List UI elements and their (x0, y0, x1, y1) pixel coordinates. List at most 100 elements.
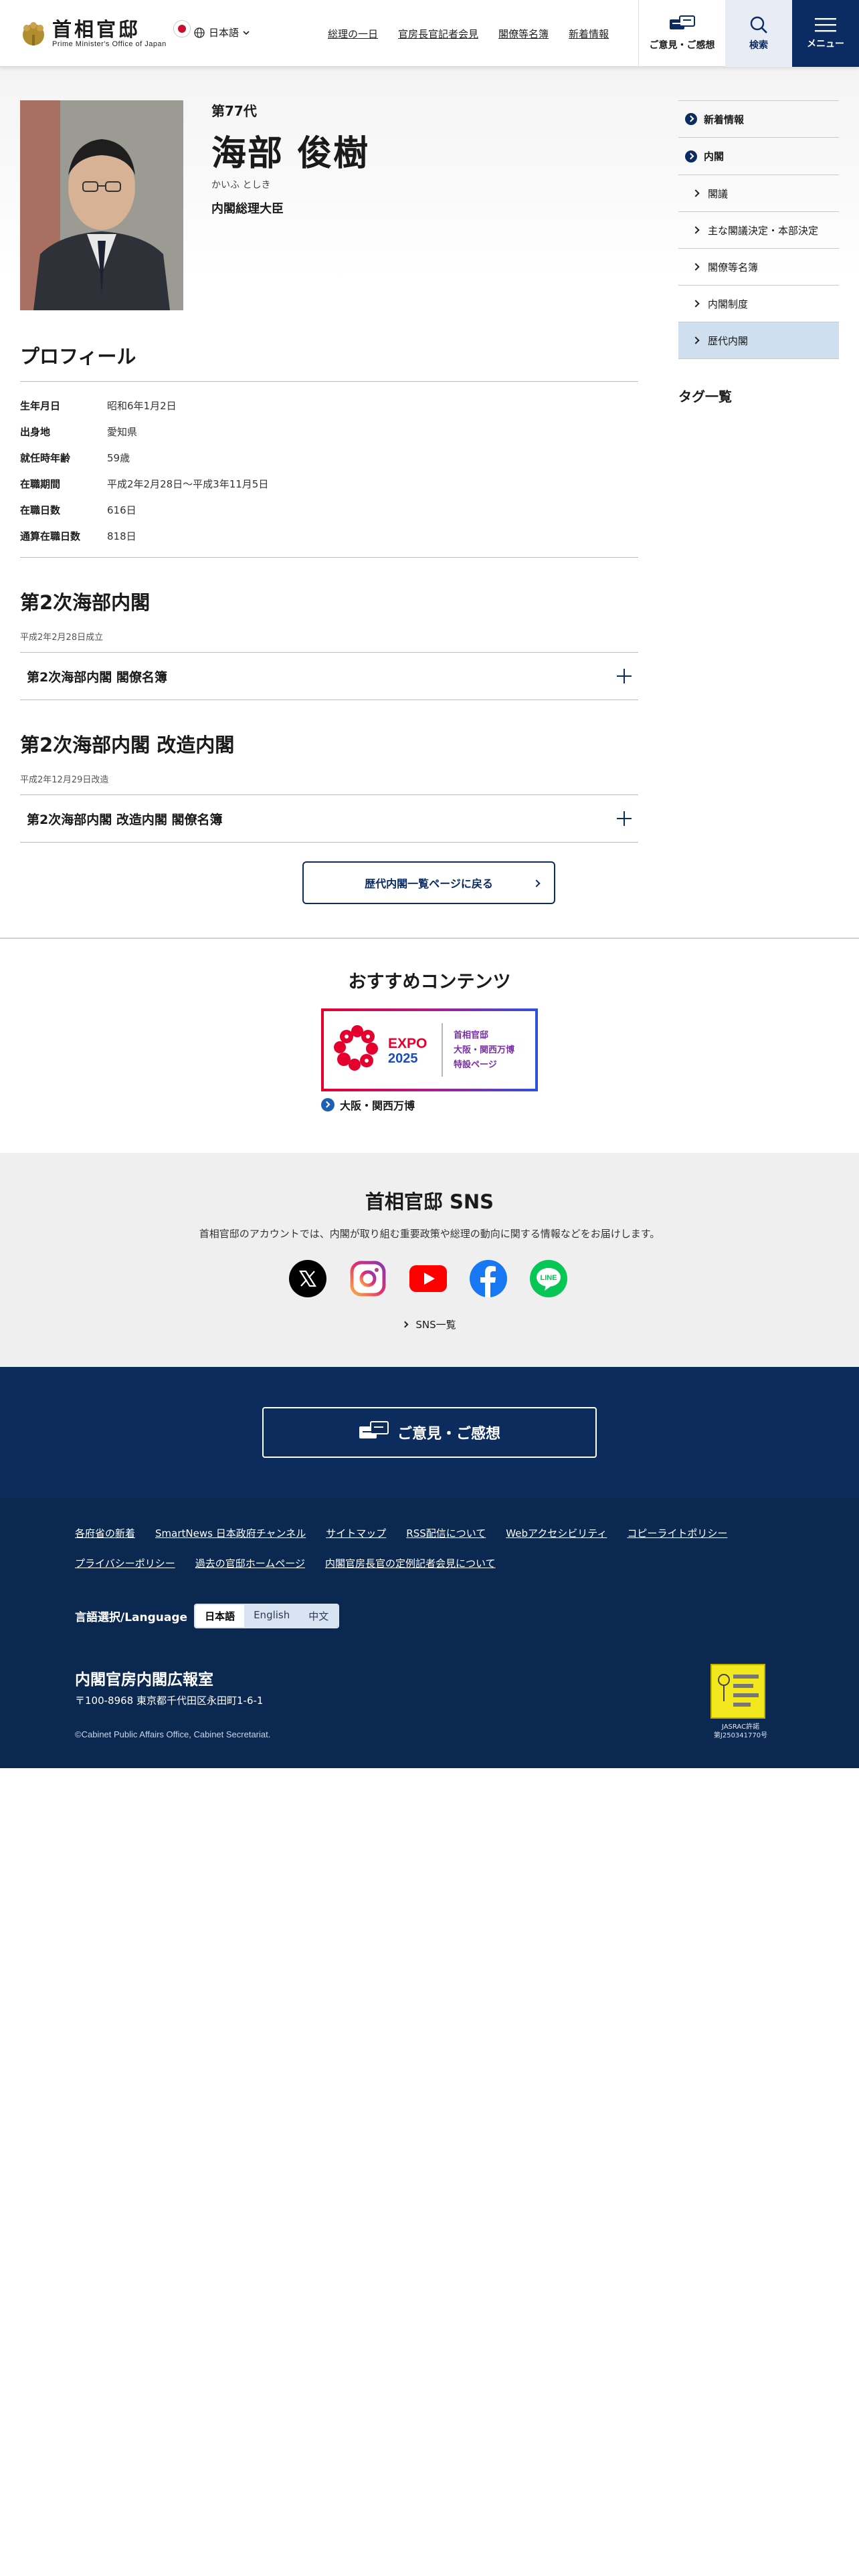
footer-copyright: ©Cabinet Public Affairs Office, Cabinet … (75, 1729, 271, 1739)
sidebar-item-label: 歴代内閣 (708, 334, 749, 347)
global-nav: 総理の一日 官房長官記者会見 閣僚等名簿 新着情報 (328, 27, 609, 41)
profile-heading: プロフィール (20, 341, 638, 382)
youtube-icon[interactable] (409, 1260, 447, 1297)
sidebar-item-cabinet-system[interactable]: 内閣制度 (678, 286, 839, 322)
expo-link[interactable]: 大阪・関西万博 (321, 1097, 415, 1113)
profile-row: 出身地 愛知県 (20, 419, 638, 445)
arrow-circle-icon (321, 1098, 335, 1111)
footer-link[interactable]: サイトマップ (326, 1526, 386, 1540)
recommended-heading: おすすめコンテンツ (348, 972, 511, 992)
profile-row: 在職日数 616日 (20, 497, 638, 523)
facebook-icon[interactable] (470, 1260, 507, 1297)
search-button[interactable]: 検索 (725, 0, 792, 67)
pm-heading: 第77代 海部 俊樹 かいふ としき 内閣総理大臣 (211, 100, 369, 217)
x-icon[interactable] (289, 1260, 326, 1297)
nav-whats-new[interactable]: 新着情報 (569, 27, 609, 41)
sidebar-item-label: 閣議 (708, 187, 729, 200)
footer-org: 内閣官房内閣広報室 (75, 1671, 213, 1689)
sidebar-item-label: 内閣制度 (708, 298, 749, 310)
back-button-label: 歴代内閣一覧ページに戻る (365, 877, 493, 890)
footer-link[interactable]: RSS配信について (406, 1526, 486, 1540)
sidebar-item-past-cabinets[interactable]: 歴代内閣 (678, 322, 839, 359)
site-header: 首相官邸 Prime Minister's Office of Japan 日本… (0, 0, 859, 67)
footer-link[interactable]: プライバシーポリシー (75, 1556, 175, 1570)
language-label: 言語選択/Language (75, 1611, 188, 1624)
sidebar-item-label: 閣僚等名簿 (708, 261, 759, 274)
footer-link[interactable]: SmartNews 日本政府チャンネル (155, 1526, 306, 1540)
sns-icon-list: LINE (289, 1260, 567, 1297)
sns-list-label: SNS一覧 (415, 1319, 456, 1331)
japan-flag-icon (173, 20, 191, 37)
footer-link[interactable]: 各府省の新着 (75, 1526, 135, 1540)
cabinet-section: 第2次海部内閣 平成2年2月28日成立 第2次海部内閣 閣僚名簿 (20, 587, 638, 700)
language-selector[interactable]: 日本語 (194, 25, 250, 39)
lang-tab-english[interactable]: English (244, 1605, 300, 1627)
profile-row: 就任時年齢 59歳 (20, 445, 638, 471)
cabinet-date: 平成2年12月29日改造 (20, 775, 109, 785)
cabinet-section: 第2次海部内閣 改造内閣 平成2年12月29日改造 第2次海部内閣 改造内閣 閣… (20, 730, 638, 843)
sidebar: 新着情報 内閣 閣議 主な閣議決定・本部決定 閣僚等名簿 内閣制度 歴代内閣 タ… (678, 100, 839, 405)
chevron-right-icon (401, 1321, 409, 1328)
chevron-right-icon (692, 189, 700, 197)
cabinet-title: 第2次海部内閣 (20, 591, 151, 614)
footer-link[interactable]: Webアクセシビリティ (506, 1526, 607, 1540)
sidebar-item-decisions[interactable]: 主な閣議決定・本部決定 (678, 212, 839, 249)
back-to-cabinets-button[interactable]: 歴代内閣一覧ページに戻る (302, 861, 555, 904)
chat-bubbles-icon (359, 1421, 389, 1438)
menu-button[interactable]: メニュー (792, 0, 859, 67)
footer-link[interactable]: コピーライトポリシー (627, 1526, 727, 1540)
footer-link[interactable]: 内閣官房長官の定例記者会見について (325, 1556, 496, 1570)
chevron-right-icon (692, 263, 700, 271)
lang-tab-chinese[interactable]: 中文 (299, 1605, 339, 1627)
paulownia-emblem-icon (23, 22, 44, 45)
nav-pm-daily[interactable]: 総理の一日 (328, 27, 378, 41)
language-tabs: 日本語 English 中文 (194, 1604, 340, 1628)
portrait-image (20, 100, 183, 310)
profile-key: 就任時年齢 (20, 452, 71, 464)
opinion-label: ご意見・ご感想 (649, 40, 715, 51)
instagram-icon[interactable] (349, 1260, 387, 1297)
nav-press-conference[interactable]: 官房長官記者会見 (398, 27, 478, 41)
search-icon (750, 16, 767, 33)
profile-value: 愛知県 (107, 426, 138, 438)
chevron-right-icon (692, 226, 700, 234)
cabinet-title: 第2次海部内閣 改造内閣 (20, 734, 235, 756)
line-icon[interactable]: LINE (530, 1260, 567, 1297)
expo-logo-icon (334, 1025, 378, 1071)
profile-value: 59歳 (107, 452, 130, 464)
sns-description: 首相官邸のアカウントでは、内閣が取り組む重要政策や総理の動向に関する情報などをお… (199, 1228, 660, 1240)
logo-japanese: 首相官邸 (52, 18, 141, 41)
sidebar-item-minister-list[interactable]: 閣僚等名簿 (678, 249, 839, 286)
sidebar-item-whats-new[interactable]: 新着情報 (678, 100, 839, 138)
chat-bubbles-icon (669, 15, 695, 29)
plus-icon (617, 669, 632, 683)
accordion-label: 第2次海部内閣 改造内閣 閣僚名簿 (27, 812, 223, 827)
sidebar-item-cabinet-meeting[interactable]: 閣議 (678, 175, 839, 212)
sidebar-item-label: 内閣 (704, 150, 725, 163)
opinion-band-label: ご意見・ご感想 (397, 1426, 500, 1442)
banner-separator (442, 1023, 443, 1077)
lang-tab-japanese[interactable]: 日本語 (195, 1605, 245, 1627)
nav-cabinet-list[interactable]: 閣僚等名簿 (498, 27, 549, 41)
profile-table: 生年月日 昭和6年1月2日 出身地 愛知県 就任時年齢 59歳 在職期間 平成2年2月2… (20, 393, 638, 549)
accordion-label: 第2次海部内閣 閣僚名簿 (27, 669, 167, 685)
chevron-right-icon (692, 300, 700, 308)
profile-value: 昭和6年1月2日 (107, 400, 177, 412)
footer-link[interactable]: 過去の官邸ホームページ (195, 1556, 305, 1570)
profile-value: 平成2年2月28日～平成3年11月5日 (107, 478, 269, 490)
expo-banner[interactable]: EXPO 2025 首相官邸 大阪・関西万博 特設ページ (321, 1008, 538, 1091)
profile-row: 生年月日 昭和6年1月2日 (20, 393, 638, 419)
profile-key: 在職期間 (20, 478, 61, 490)
chevron-right-icon (692, 336, 700, 344)
site-logo[interactable]: 首相官邸 Prime Minister's Office of Japan (19, 16, 191, 51)
profile-value: 818日 (107, 530, 136, 542)
cabinet-accordion[interactable]: 第2次海部内閣 改造内閣 閣僚名簿 (20, 794, 638, 843)
cabinet-accordion[interactable]: 第2次海部内閣 閣僚名簿 (20, 652, 638, 700)
profile-key: 出身地 (20, 426, 51, 438)
opinion-button[interactable]: ご意見・ご感想 (638, 0, 725, 67)
sns-section: 首相官邸 SNS 首相官邸のアカウントでは、内閣が取り組む重要政策や総理の動向に… (0, 1153, 859, 1367)
pm-title: 内閣総理大臣 (211, 202, 284, 216)
sidebar-item-cabinet[interactable]: 内閣 (678, 138, 839, 175)
opinion-band-button[interactable]: ご意見・ご感想 (262, 1407, 597, 1458)
sns-list-link[interactable]: SNS一覧 (0, 1317, 859, 1331)
